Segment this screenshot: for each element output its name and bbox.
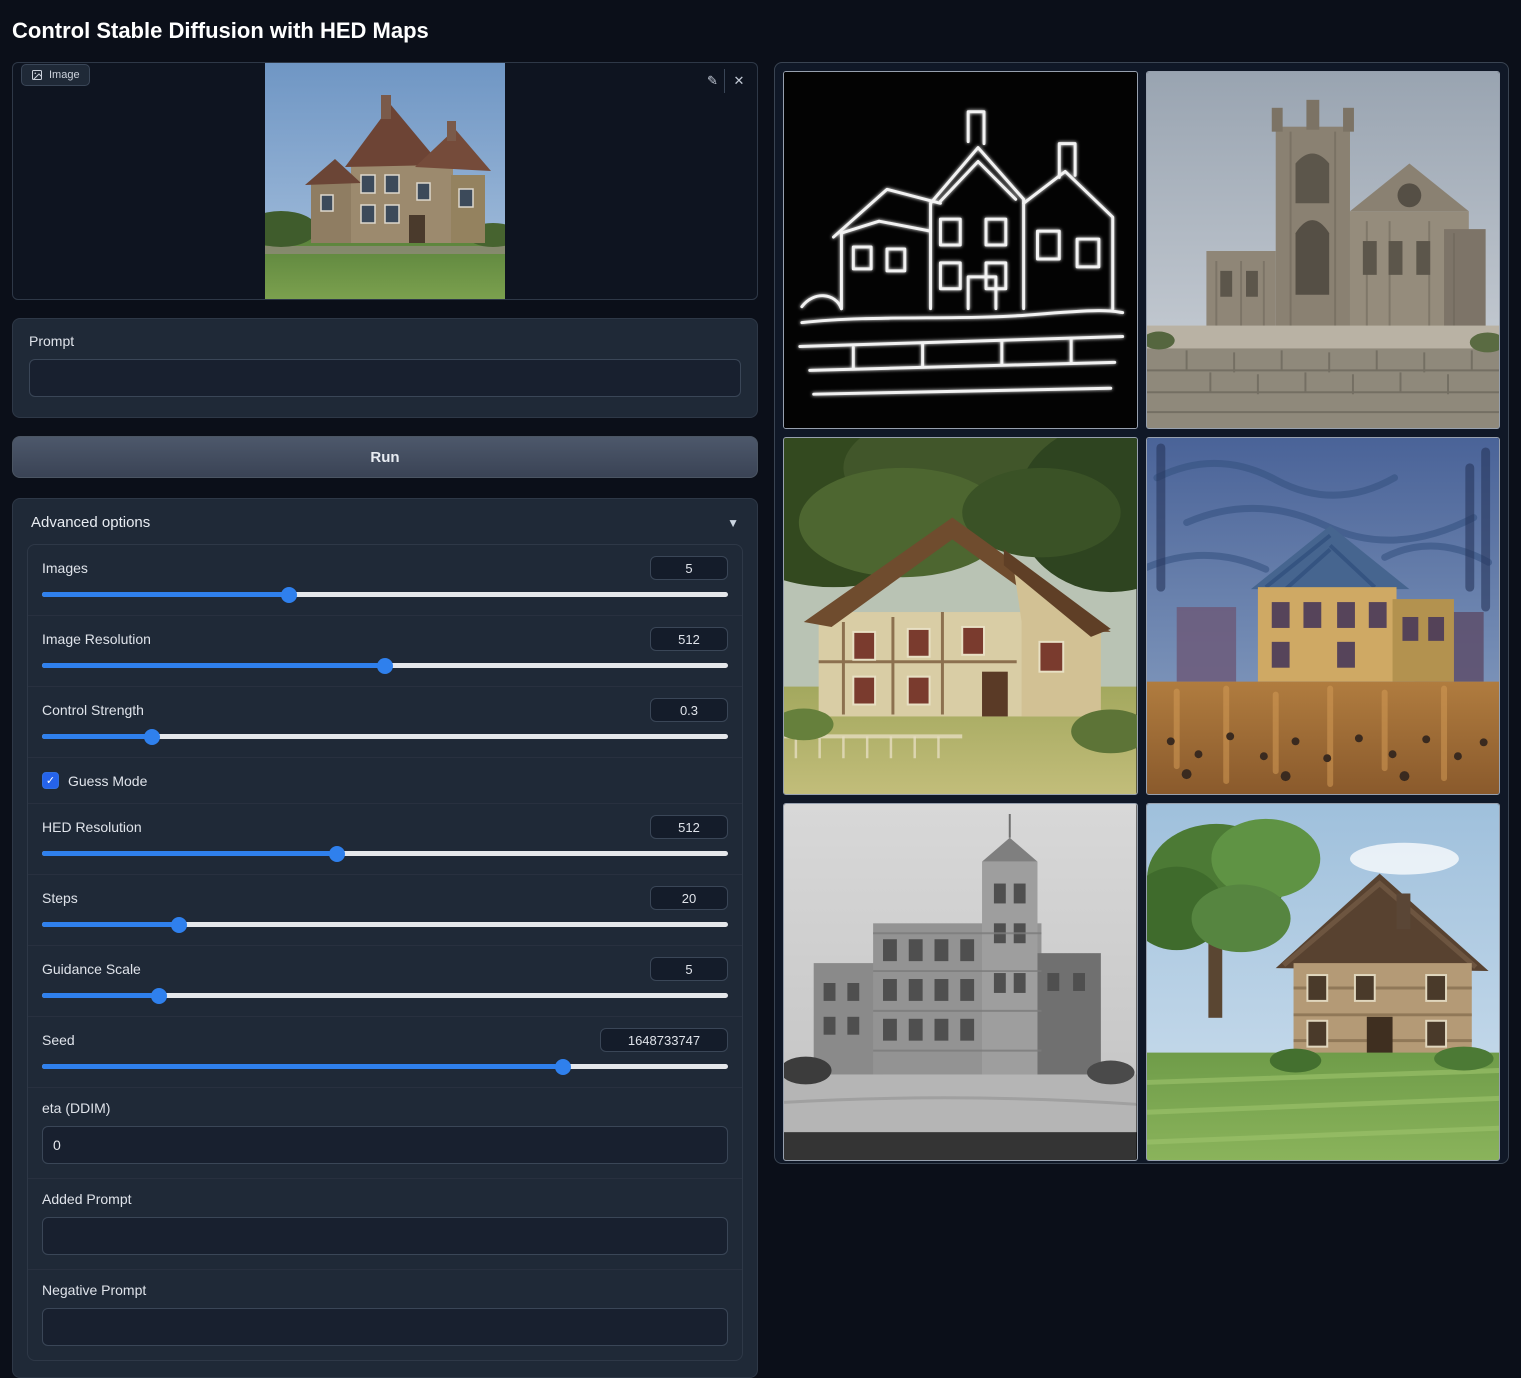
added-prompt-row: Added Prompt (28, 1179, 742, 1270)
negative-prompt-input[interactable] (42, 1308, 728, 1346)
slider-label-hed-resolution: HED Resolution (42, 819, 142, 835)
slider-row-guidance-scale: Guidance Scale (28, 946, 742, 1017)
slider-value-images[interactable] (650, 556, 728, 580)
gallery-item-grayscale-building[interactable] (783, 803, 1138, 1161)
slider-label-seed: Seed (42, 1032, 75, 1048)
slider-row-control-strength: Control Strength (28, 687, 742, 758)
run-button[interactable]: Run (12, 436, 758, 478)
clear-icon[interactable]: ✕ (727, 69, 751, 93)
main-layout: Image ✎ ✕ (12, 62, 1509, 1378)
gallery-item-rustic-house[interactable] (1146, 803, 1501, 1161)
slider-track-steps[interactable] (42, 922, 728, 927)
slider-value-guidance-scale[interactable] (650, 957, 728, 981)
slider-fill (42, 592, 289, 597)
image-actions: ✎ ✕ (701, 69, 751, 93)
advanced-options-header[interactable]: Advanced options ▼ (13, 499, 757, 544)
controls-column: Image ✎ ✕ (12, 62, 758, 1378)
slider-row-steps: Steps (28, 875, 742, 946)
slider-row-images: Images (28, 545, 742, 616)
grayscale-building-image (784, 804, 1137, 1160)
slider-track-guidance-scale[interactable] (42, 993, 728, 998)
result-gallery (774, 62, 1509, 1164)
slider-handle-guidance-scale[interactable] (151, 988, 167, 1004)
image-input-block[interactable]: Image ✎ ✕ (12, 62, 758, 300)
page-title: Control Stable Diffusion with HED Maps (12, 18, 1509, 44)
guess-mode-row: ✓ Guess Mode (28, 758, 742, 804)
slider-value-image-resolution[interactable] (650, 627, 728, 651)
slider-handle-control-strength[interactable] (144, 729, 160, 745)
slider-fill (42, 663, 385, 668)
gallery-item-stylized-building[interactable] (1146, 437, 1501, 795)
gallery-item-house-painting[interactable] (783, 437, 1138, 795)
prompt-input[interactable] (29, 359, 741, 397)
gallery-item-cathedral[interactable] (1146, 71, 1501, 429)
check-icon: ✓ (46, 774, 55, 787)
slider-value-hed-resolution[interactable] (650, 815, 728, 839)
slider-label-guidance-scale: Guidance Scale (42, 961, 141, 977)
slider-handle-seed[interactable] (555, 1059, 571, 1075)
slider-track-seed[interactable] (42, 1064, 728, 1069)
slider-handle-hed-resolution[interactable] (329, 846, 345, 862)
eta-input[interactable] (42, 1126, 728, 1164)
stylized-building-image (1147, 438, 1500, 794)
rustic-house-image (1147, 804, 1500, 1160)
image-icon (31, 69, 43, 81)
slider-value-steps[interactable] (650, 886, 728, 910)
slider-label-steps: Steps (42, 890, 78, 906)
slider-track-image-resolution[interactable] (42, 663, 728, 668)
slider-value-seed[interactable] (600, 1028, 728, 1052)
hed-edge-map-image (784, 72, 1137, 428)
slider-label-control-strength: Control Strength (42, 702, 144, 718)
cathedral-image (1147, 72, 1500, 428)
eta-row: eta (DDIM) (28, 1088, 742, 1179)
negative-prompt-row: Negative Prompt (28, 1270, 742, 1360)
image-tab-label: Image (49, 69, 80, 81)
slider-fill (42, 993, 159, 998)
output-column (774, 62, 1509, 1164)
house-painting-image (784, 438, 1137, 794)
slider-fill (42, 734, 152, 739)
slider-fill (42, 851, 337, 856)
slider-row-hed-resolution: HED Resolution (28, 804, 742, 875)
slider-label-images: Images (42, 560, 88, 576)
slider-fill (42, 922, 179, 927)
advanced-options-panel: Advanced options ▼ Images (12, 498, 758, 1378)
slider-row-image-resolution: Image Resolution (28, 616, 742, 687)
prompt-label: Prompt (29, 333, 741, 349)
result-gallery-grid (783, 71, 1500, 1161)
slider-value-control-strength[interactable] (650, 698, 728, 722)
added-prompt-label: Added Prompt (42, 1191, 728, 1207)
chevron-down-icon[interactable]: ▼ (727, 516, 739, 530)
advanced-options-title: Advanced options (31, 514, 150, 531)
slider-label-image-resolution: Image Resolution (42, 631, 151, 647)
slider-track-images[interactable] (42, 592, 728, 597)
image-tab[interactable]: Image (21, 64, 90, 86)
guess-mode-checkbox[interactable]: ✓ (42, 772, 59, 789)
slider-row-seed: Seed (28, 1017, 742, 1088)
slider-handle-images[interactable] (281, 587, 297, 603)
slider-fill (42, 1064, 563, 1069)
negative-prompt-label: Negative Prompt (42, 1282, 728, 1298)
eta-label: eta (DDIM) (42, 1100, 728, 1116)
slider-handle-image-resolution[interactable] (377, 658, 393, 674)
gallery-item-hed-edge-map[interactable] (783, 71, 1138, 429)
prompt-panel: Prompt (12, 318, 758, 418)
input-house-photo (265, 63, 505, 299)
slider-track-control-strength[interactable] (42, 734, 728, 739)
added-prompt-input[interactable] (42, 1217, 728, 1255)
advanced-options-body: Images Image Resolution (27, 544, 743, 1361)
slider-handle-steps[interactable] (171, 917, 187, 933)
edit-icon[interactable]: ✎ (701, 69, 725, 93)
guess-mode-label: Guess Mode (68, 773, 147, 789)
slider-track-hed-resolution[interactable] (42, 851, 728, 856)
